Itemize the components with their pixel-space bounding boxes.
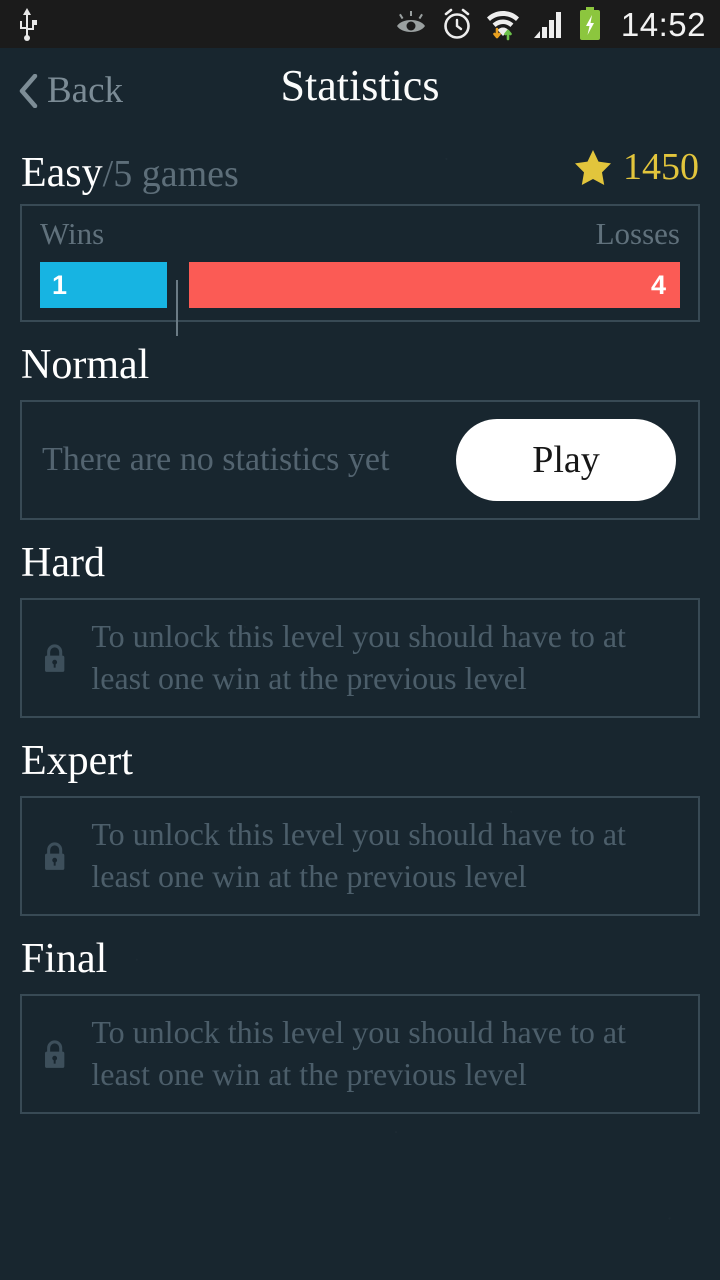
losses-value: 4 [650,269,666,300]
level-name: Hard [21,540,105,586]
level-name: Normal [21,342,150,388]
play-button[interactable]: Play [456,419,676,501]
locked-card-expert: To unlock this level you should have to … [20,796,700,916]
level-games-count: /5 games [102,152,239,195]
locked-card-final: To unlock this level you should have to … [20,994,700,1114]
lock-icon [45,1040,65,1068]
wins-bar: 1 [40,262,168,308]
win-loss-labels: Wins Losses [40,218,680,249]
status-bar: 14:52 [0,0,720,48]
losses-label: Losses [595,216,680,251]
signal-icon [533,12,561,38]
level-section-hard: Hard To unlock this level you should hav… [0,542,720,718]
page-title: Statistics [280,61,440,110]
level-section-normal: Normal There are no statistics yet Play [0,344,720,520]
no-statistics-text: There are no statistics yet [42,441,390,478]
level-header-expert: Expert [20,740,700,796]
wins-value: 1 [52,269,68,300]
alarm-clock-icon [444,8,470,39]
level-name: Easy [21,149,103,196]
status-bar-clock: 14:52 [620,5,706,43]
battery-charging-icon [579,7,600,40]
level-section-expert: Expert To unlock this level you should h… [0,740,720,916]
app-screen: Back Statistics Easy /5 games 1450 Wins … [0,48,720,1280]
level-header-final: Final [20,938,700,994]
level-header-normal: Normal [20,344,700,400]
locked-message: To unlock this level you should have to … [91,816,626,894]
app-header: Back Statistics [0,48,720,148]
locked-message: To unlock this level you should have to … [91,618,626,696]
eye-icon [396,11,425,32]
lock-icon [45,842,65,870]
empty-card-normal: There are no statistics yet Play [20,400,700,520]
level-header-hard: Hard [20,542,700,598]
score-value: 1450 [623,146,699,188]
losses-bar: 4 [189,262,680,308]
level-section-easy: Easy /5 games 1450 Wins Losses 1 4 [0,148,720,336]
win-loss-bars: 1 4 [40,262,680,336]
score-badge: 1450 [574,148,699,186]
lock-icon [45,644,65,672]
wins-label: Wins [40,216,105,251]
locked-card-hard: To unlock this level you should have to … [20,598,700,718]
star-icon [575,149,611,185]
status-bar-right: 14:52 [394,7,706,41]
level-header-easy: Easy /5 games 1450 [20,148,700,204]
status-bar-left [16,7,38,41]
usb-icon [20,8,37,41]
locked-message: To unlock this level you should have to … [91,1014,626,1092]
level-section-final: Final To unlock this level you should ha… [0,938,720,1114]
level-name: Expert [21,738,133,784]
stats-card-easy: Wins Losses 1 4 [20,204,700,336]
level-name: Final [21,936,108,982]
wifi-icon [486,11,519,41]
